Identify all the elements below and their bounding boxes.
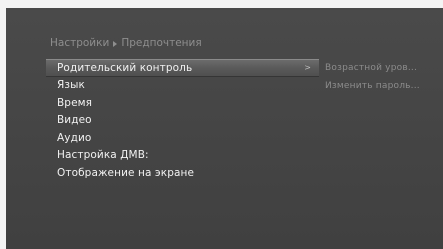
submenu-preview: Возрастной уров... Изменить пароль... — [325, 60, 420, 95]
breadcrumb: Настройки Предпочтения — [50, 37, 202, 49]
breadcrumb-root[interactable]: Настройки — [50, 37, 109, 49]
menu-item-time[interactable]: Время — [46, 95, 319, 113]
menu-item-uhf-setup[interactable]: Настройка ДМВ: — [46, 147, 319, 165]
settings-menu: Родительский контроль > Язык Время Видео… — [46, 59, 319, 183]
breadcrumb-arrow-icon — [113, 41, 118, 47]
submenu-item-age-rating[interactable]: Возрастной уров... — [325, 60, 420, 78]
menu-item-label: Настройка ДМВ: — [57, 149, 149, 162]
menu-item-label: Аудио — [57, 131, 92, 144]
menu-item-label: Отображение на экране — [57, 166, 195, 179]
menu-item-label: Родительский контроль — [57, 62, 193, 74]
submenu-item-change-password[interactable]: Изменить пароль... — [325, 78, 420, 96]
menu-item-language[interactable]: Язык — [46, 77, 319, 95]
breadcrumb-current: Предпочтения — [121, 37, 202, 49]
menu-item-video[interactable]: Видео — [46, 112, 319, 130]
menu-item-parental-control[interactable]: Родительский контроль > — [46, 59, 319, 77]
tv-screen: Настройки Предпочтения Родительский конт… — [6, 8, 443, 249]
menu-item-label: Видео — [57, 114, 92, 127]
menu-item-label: Время — [57, 96, 93, 109]
menu-item-audio[interactable]: Аудио — [46, 130, 319, 148]
submenu-arrow-icon: > — [304, 63, 311, 72]
menu-item-osd[interactable]: Отображение на экране — [46, 165, 319, 183]
menu-item-label: Язык — [57, 79, 85, 91]
